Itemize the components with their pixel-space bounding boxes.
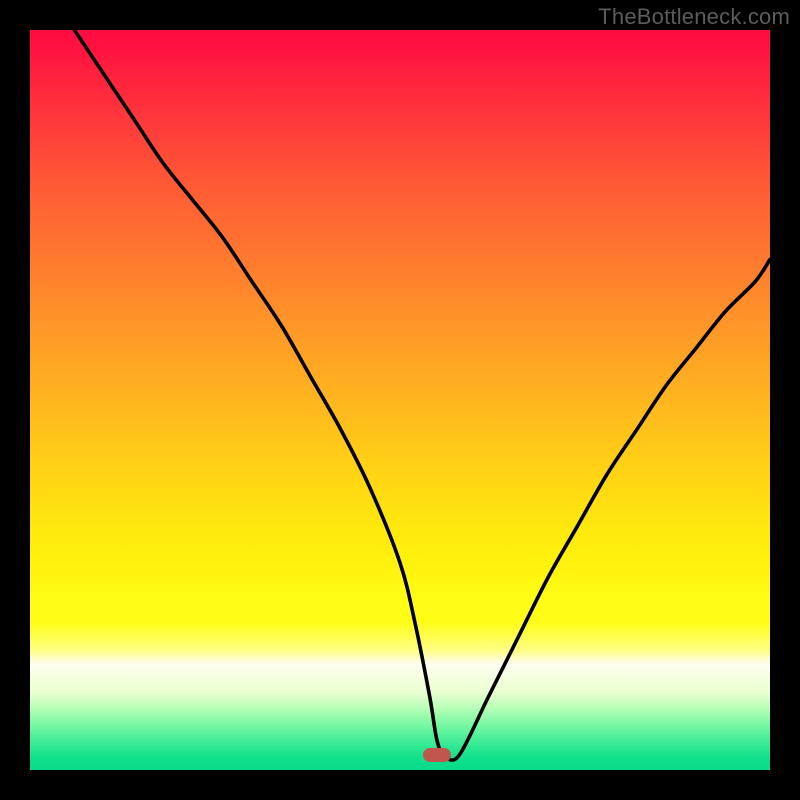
plot-area: [30, 30, 770, 770]
chart-frame: TheBottleneck.com: [0, 0, 800, 800]
watermark-text: TheBottleneck.com: [598, 4, 790, 30]
optimum-marker: [423, 748, 451, 762]
pale-band: [30, 622, 770, 692]
optimal-green-band: [30, 692, 770, 770]
